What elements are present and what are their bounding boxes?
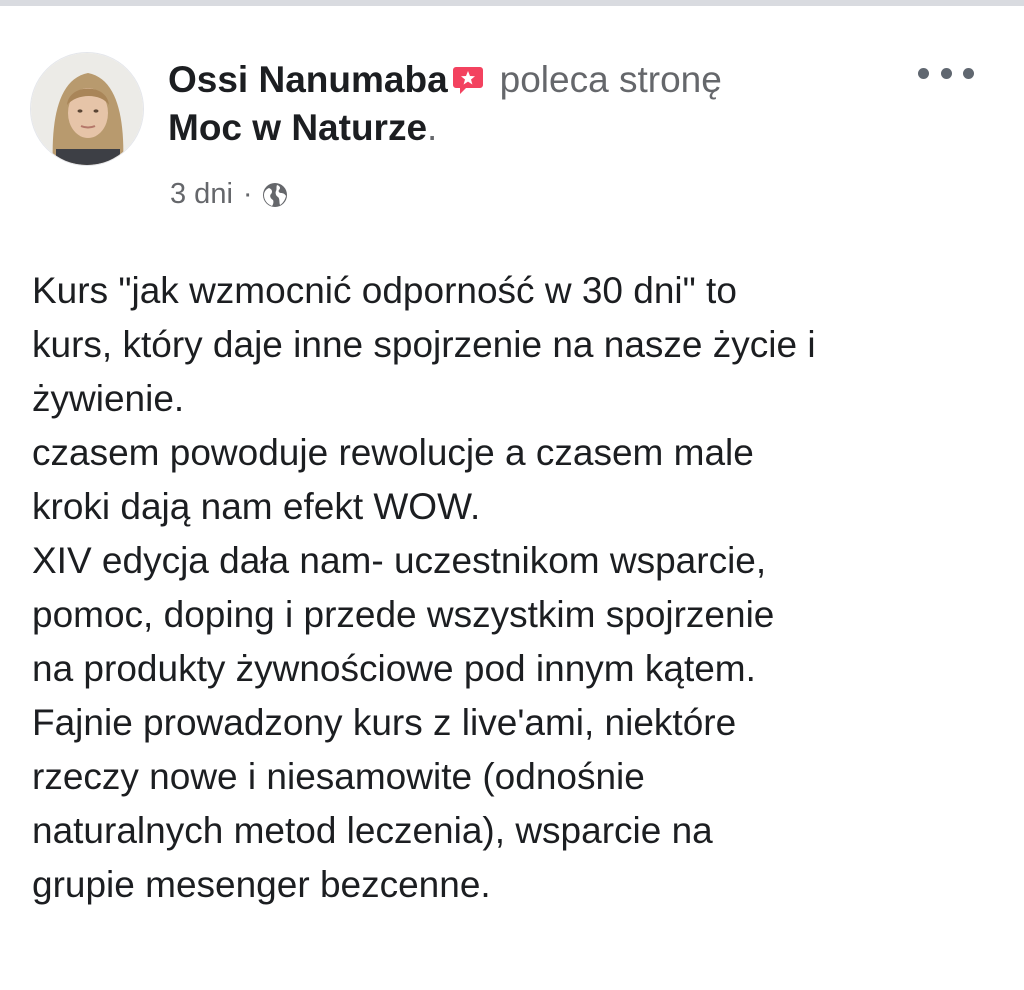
post-text-line: pomoc, doping i przede wszystkim spojrze… xyxy=(32,594,775,635)
more-options-icon xyxy=(963,67,974,79)
post-header: Ossi Nanumaba poleca stronę Moc w Naturze… xyxy=(168,56,888,152)
page-link[interactable]: Moc w Naturze xyxy=(168,107,427,148)
meta-separator: · xyxy=(242,178,253,210)
author-name[interactable]: Ossi Nanumaba xyxy=(168,59,448,100)
post-meta: 3 dni · xyxy=(170,174,289,214)
post-text-line: kroki dają nam efekt WOW. xyxy=(32,486,481,527)
post-text-line: kurs, który daje inne spojrzenie na nasz… xyxy=(32,324,816,365)
post-text-line: czasem powoduje rewolucje a czasem male xyxy=(32,432,754,473)
top-divider xyxy=(0,0,1024,6)
post-text-line: Fajnie prowadzony kurs z live'ami, niekt… xyxy=(32,702,737,743)
more-options-button[interactable] xyxy=(918,58,974,88)
page-link-period: . xyxy=(427,107,438,148)
post-text-line: Kurs "jak wzmocnić odporność w 30 dni" t… xyxy=(32,270,737,311)
post-text-line: na produkty żywnościowe pod innym kątem. xyxy=(32,648,756,689)
globe-icon[interactable] xyxy=(261,180,289,208)
post-text-line: rzeczy nowe i niesamowite (odnośnie xyxy=(32,756,645,797)
post-text-line: XIV edycja dała nam- uczestnikom wsparci… xyxy=(32,540,767,581)
post-timestamp[interactable]: 3 dni xyxy=(170,174,233,214)
post-text-line: naturalnych metod leczenia), wsparcie na xyxy=(32,810,713,851)
more-options-icon xyxy=(940,67,952,79)
post-text-line: żywienie. xyxy=(32,378,185,419)
action-text: poleca stronę xyxy=(499,59,722,100)
more-options-icon xyxy=(918,67,929,79)
post-text-line: grupie mesenger bezcenne. xyxy=(32,864,491,905)
post-text: Kurs "jak wzmocnić odporność w 30 dni" t… xyxy=(32,264,1012,912)
avatar-photo xyxy=(31,53,143,165)
recommend-badge-icon xyxy=(452,59,484,94)
avatar[interactable] xyxy=(30,52,144,166)
